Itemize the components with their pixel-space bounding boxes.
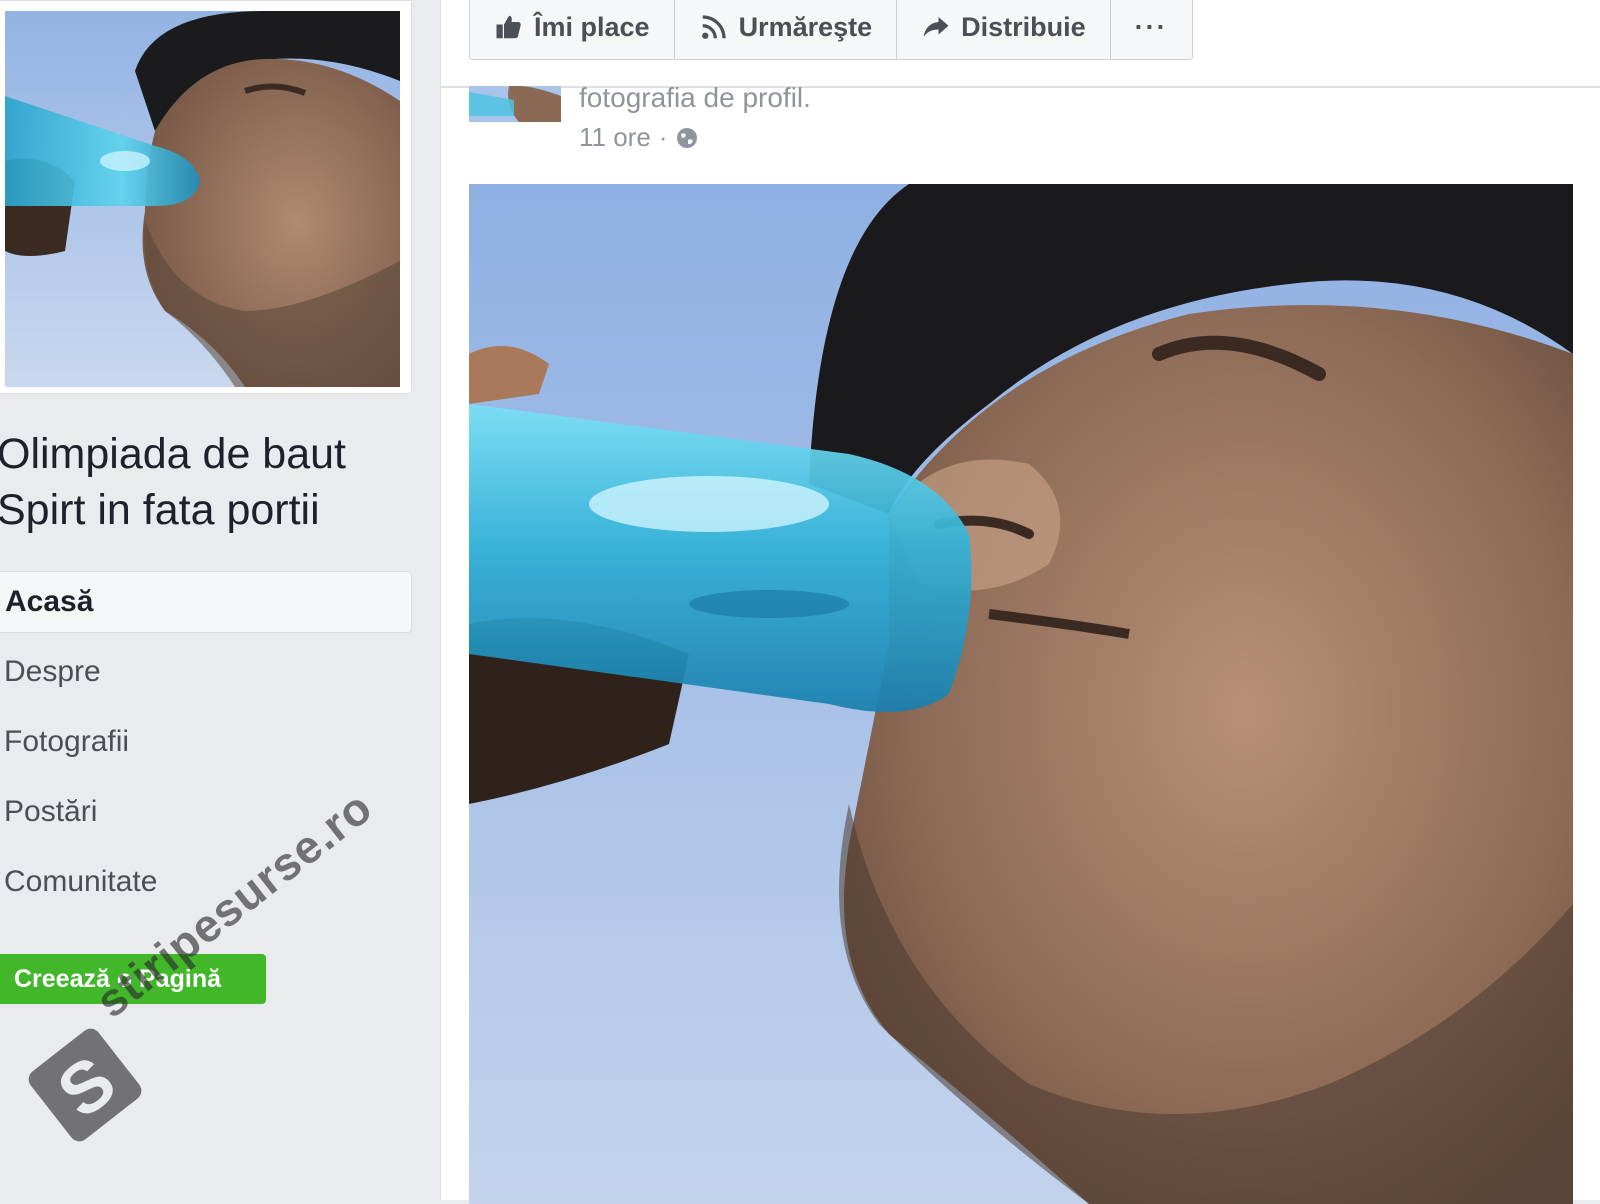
rss-icon	[701, 15, 726, 39]
post-meta: 11 ore ·	[579, 122, 699, 153]
share-button-label: Distribuie	[961, 11, 1086, 42]
page-title: Olimpiada de baut Spirt in fata portii	[0, 430, 346, 534]
profile-picture-frame[interactable]	[0, 0, 412, 394]
page-action-bar: Îmi place Urmăreşte Distribuie ···	[469, 0, 1193, 60]
post-photo[interactable]	[469, 184, 1573, 1204]
watermark-logo-icon: S	[28, 1028, 142, 1142]
nav-item-photos[interactable]: Fotografii	[0, 711, 412, 773]
nav-item-about[interactable]: Despre	[0, 641, 412, 703]
profile-picture-image	[5, 11, 400, 387]
profile-picture[interactable]	[5, 11, 400, 387]
globe-icon[interactable]	[675, 126, 699, 150]
post-caption: fotografia de profil.	[579, 82, 811, 113]
svg-text:S: S	[43, 1041, 130, 1134]
main-column: Îmi place Urmăreşte Distribuie ··· fotog…	[440, 0, 1600, 1204]
nav-item-community[interactable]: Comunitate	[0, 851, 412, 913]
nav-item-posts[interactable]: Postări	[0, 781, 412, 843]
post-timestamp[interactable]: 11 ore	[579, 122, 651, 153]
post-photo-image	[469, 184, 1573, 1204]
share-button[interactable]: Distribuie	[897, 0, 1111, 59]
more-options-button[interactable]: ···	[1111, 0, 1192, 59]
meta-separator: ·	[658, 122, 668, 152]
nav-item-home[interactable]: Acasă	[0, 571, 412, 633]
create-page-button[interactable]: Creează o Pagină	[0, 954, 266, 1004]
like-button[interactable]: Îmi place	[470, 0, 675, 59]
share-arrow-icon	[923, 17, 949, 37]
page-nav: Acasă Despre Fotografii Postări Comunita…	[0, 571, 412, 921]
like-button-label: Îmi place	[534, 11, 650, 42]
follow-button[interactable]: Urmăreşte	[675, 0, 898, 59]
thumbs-up-icon	[496, 15, 521, 39]
left-column: Olimpiada de baut Spirt in fata portii A…	[0, 0, 430, 1200]
follow-button-label: Urmăreşte	[738, 11, 873, 42]
avatar-image	[469, 86, 561, 122]
post-author-avatar[interactable]	[469, 86, 561, 122]
more-options-icon: ···	[1134, 11, 1168, 42]
